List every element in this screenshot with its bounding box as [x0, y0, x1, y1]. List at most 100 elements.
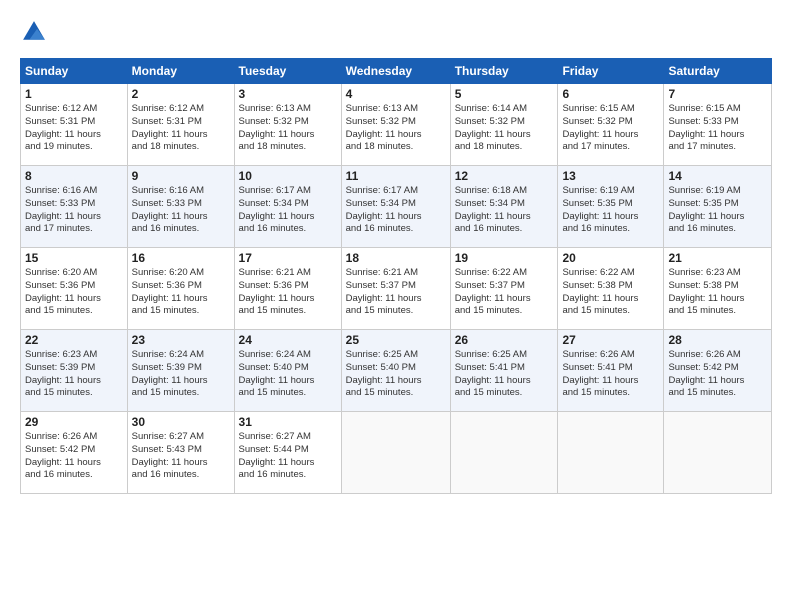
- day-info: Sunrise: 6:18 AMSunset: 5:34 PMDaylight:…: [455, 185, 554, 236]
- calendar-cell: 14Sunrise: 6:19 AMSunset: 5:35 PMDayligh…: [664, 166, 772, 248]
- week-row-1: 1Sunrise: 6:12 AMSunset: 5:31 PMDaylight…: [21, 84, 772, 166]
- day-number: 18: [346, 251, 446, 265]
- day-info: Sunrise: 6:23 AMSunset: 5:39 PMDaylight:…: [25, 349, 123, 400]
- day-info: Sunrise: 6:13 AMSunset: 5:32 PMDaylight:…: [346, 103, 446, 154]
- day-info: Sunrise: 6:25 AMSunset: 5:40 PMDaylight:…: [346, 349, 446, 400]
- calendar-cell: 16Sunrise: 6:20 AMSunset: 5:36 PMDayligh…: [127, 248, 234, 330]
- day-info: Sunrise: 6:19 AMSunset: 5:35 PMDaylight:…: [562, 185, 659, 236]
- calendar-cell: 11Sunrise: 6:17 AMSunset: 5:34 PMDayligh…: [341, 166, 450, 248]
- day-number: 4: [346, 87, 446, 101]
- calendar-cell: [450, 412, 558, 494]
- calendar-cell: 15 Sunrise: 6:20 AMSunset: 5:36 PMDayligh…: [21, 248, 128, 330]
- header-tuesday: Tuesday: [234, 59, 341, 84]
- header-thursday: Thursday: [450, 59, 558, 84]
- day-number: 23: [132, 333, 230, 347]
- day-number: 5: [455, 87, 554, 101]
- day-number: 6: [562, 87, 659, 101]
- calendar-cell: 6Sunrise: 6:15 AMSunset: 5:32 PMDaylight…: [558, 84, 664, 166]
- calendar-cell: 17 Sunrise: 6:21 AMSunset: 5:36 PMDayligh…: [234, 248, 341, 330]
- day-info: Sunrise: 6:12 AMSunset: 5:31 PMDaylight:…: [25, 103, 123, 154]
- day-number: 17: [239, 251, 337, 265]
- calendar-cell: 2 Sunrise: 6:12 AMSunset: 5:31 PMDaylight…: [127, 84, 234, 166]
- calendar-cell: 4 Sunrise: 6:13 AMSunset: 5:32 PMDaylight…: [341, 84, 450, 166]
- day-info: Sunrise: 6:27 AMSunset: 5:43 PMDaylight:…: [132, 431, 230, 482]
- day-number: 14: [668, 169, 767, 183]
- day-number: 7: [668, 87, 767, 101]
- header-saturday: Saturday: [664, 59, 772, 84]
- calendar-header-row: SundayMondayTuesdayWednesdayThursdayFrid…: [21, 59, 772, 84]
- calendar-cell: 7 Sunrise: 6:15 AMSunset: 5:33 PMDaylight…: [664, 84, 772, 166]
- day-info: Sunrise: 6:23 AMSunset: 5:38 PMDaylight:…: [668, 267, 767, 318]
- day-number: 19: [455, 251, 554, 265]
- calendar-table: SundayMondayTuesdayWednesdayThursdayFrid…: [20, 58, 772, 494]
- calendar-cell: 22 Sunrise: 6:23 AMSunset: 5:39 PMDayligh…: [21, 330, 128, 412]
- day-number: 11: [346, 169, 446, 183]
- calendar-cell: 24 Sunrise: 6:24 AMSunset: 5:40 PMDayligh…: [234, 330, 341, 412]
- day-number: 8: [25, 169, 123, 183]
- day-number: 16: [132, 251, 230, 265]
- day-number: 21: [668, 251, 767, 265]
- day-info: Sunrise: 6:24 AMSunset: 5:40 PMDaylight:…: [239, 349, 337, 400]
- week-row-2: 8 Sunrise: 6:16 AMSunset: 5:33 PMDaylight…: [21, 166, 772, 248]
- header-sunday: Sunday: [21, 59, 128, 84]
- calendar-cell: 29Sunrise: 6:26 AMSunset: 5:42 PMDayligh…: [21, 412, 128, 494]
- day-number: 10: [239, 169, 337, 183]
- header-monday: Monday: [127, 59, 234, 84]
- day-info: Sunrise: 6:21 AMSunset: 5:37 PMDaylight:…: [346, 267, 446, 318]
- day-number: 22: [25, 333, 123, 347]
- calendar-cell: 3 Sunrise: 6:13 AMSunset: 5:32 PMDaylight…: [234, 84, 341, 166]
- day-number: 12: [455, 169, 554, 183]
- day-number: 3: [239, 87, 337, 101]
- day-info: Sunrise: 6:13 AMSunset: 5:32 PMDaylight:…: [239, 103, 337, 154]
- calendar-cell: 23Sunrise: 6:24 AMSunset: 5:39 PMDayligh…: [127, 330, 234, 412]
- day-number: 13: [562, 169, 659, 183]
- day-info: Sunrise: 6:26 AMSunset: 5:42 PMDaylight:…: [668, 349, 767, 400]
- calendar-cell: 13 Sunrise: 6:19 AMSunset: 5:35 PMDayligh…: [558, 166, 664, 248]
- day-info: Sunrise: 6:15 AMSunset: 5:33 PMDaylight:…: [668, 103, 767, 154]
- calendar-cell: 31 Sunrise: 6:27 AMSunset: 5:44 PMDayligh…: [234, 412, 341, 494]
- day-info: Sunrise: 6:12 AMSunset: 5:31 PMDaylight:…: [132, 103, 230, 154]
- calendar-cell: 20 Sunrise: 6:22 AMSunset: 5:38 PMDayligh…: [558, 248, 664, 330]
- day-number: 24: [239, 333, 337, 347]
- day-info: Sunrise: 6:21 AMSunset: 5:36 PMDaylight:…: [239, 267, 337, 318]
- day-number: 29: [25, 415, 123, 429]
- calendar-cell: 25Sunrise: 6:25 AMSunset: 5:40 PMDayligh…: [341, 330, 450, 412]
- header: [20, 18, 772, 46]
- day-info: Sunrise: 6:16 AMSunset: 5:33 PMDaylight:…: [25, 185, 123, 236]
- calendar-cell: 1Sunrise: 6:12 AMSunset: 5:31 PMDaylight…: [21, 84, 128, 166]
- day-info: Sunrise: 6:26 AMSunset: 5:41 PMDaylight:…: [562, 349, 659, 400]
- day-number: 27: [562, 333, 659, 347]
- calendar-cell: 30 Sunrise: 6:27 AMSunset: 5:43 PMDayligh…: [127, 412, 234, 494]
- calendar-cell: 12 Sunrise: 6:18 AMSunset: 5:34 PMDayligh…: [450, 166, 558, 248]
- day-info: Sunrise: 6:16 AMSunset: 5:33 PMDaylight:…: [132, 185, 230, 236]
- day-number: 9: [132, 169, 230, 183]
- week-row-4: 22 Sunrise: 6:23 AMSunset: 5:39 PMDayligh…: [21, 330, 772, 412]
- day-number: 31: [239, 415, 337, 429]
- day-number: 15: [25, 251, 123, 265]
- day-number: 30: [132, 415, 230, 429]
- logo: [20, 18, 52, 46]
- week-row-5: 29Sunrise: 6:26 AMSunset: 5:42 PMDayligh…: [21, 412, 772, 494]
- calendar-cell: [558, 412, 664, 494]
- day-number: 2: [132, 87, 230, 101]
- logo-icon: [20, 18, 48, 46]
- calendar-cell: 21 Sunrise: 6:23 AMSunset: 5:38 PMDayligh…: [664, 248, 772, 330]
- calendar-cell: 5Sunrise: 6:14 AMSunset: 5:32 PMDaylight…: [450, 84, 558, 166]
- calendar-cell: [341, 412, 450, 494]
- day-info: Sunrise: 6:20 AMSunset: 5:36 PMDaylight:…: [25, 267, 123, 318]
- day-number: 26: [455, 333, 554, 347]
- calendar-cell: 18 Sunrise: 6:21 AMSunset: 5:37 PMDayligh…: [341, 248, 450, 330]
- day-number: 20: [562, 251, 659, 265]
- day-info: Sunrise: 6:27 AMSunset: 5:44 PMDaylight:…: [239, 431, 337, 482]
- header-wednesday: Wednesday: [341, 59, 450, 84]
- week-row-3: 15 Sunrise: 6:20 AMSunset: 5:36 PMDayligh…: [21, 248, 772, 330]
- calendar-cell: [664, 412, 772, 494]
- calendar-cell: 10Sunrise: 6:17 AMSunset: 5:34 PMDayligh…: [234, 166, 341, 248]
- calendar-cell: 26Sunrise: 6:25 AMSunset: 5:41 PMDayligh…: [450, 330, 558, 412]
- calendar-cell: 9 Sunrise: 6:16 AMSunset: 5:33 PMDaylight…: [127, 166, 234, 248]
- header-friday: Friday: [558, 59, 664, 84]
- page-container: SundayMondayTuesdayWednesdayThursdayFrid…: [0, 0, 792, 504]
- calendar-cell: 28Sunrise: 6:26 AMSunset: 5:42 PMDayligh…: [664, 330, 772, 412]
- calendar-cell: 8 Sunrise: 6:16 AMSunset: 5:33 PMDaylight…: [21, 166, 128, 248]
- day-info: Sunrise: 6:22 AMSunset: 5:38 PMDaylight:…: [562, 267, 659, 318]
